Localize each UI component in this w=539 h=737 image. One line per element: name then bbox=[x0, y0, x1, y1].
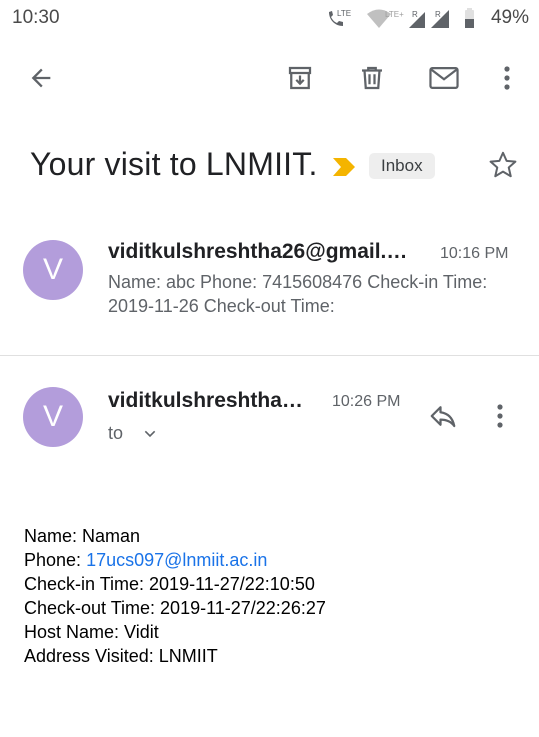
phone-label: Phone: bbox=[24, 550, 87, 570]
more-options-button[interactable] bbox=[487, 58, 527, 98]
body-host-line: Host Name: Vidit bbox=[24, 622, 159, 642]
message-divider bbox=[0, 355, 539, 356]
more-vert-icon bbox=[504, 66, 510, 90]
inbox-label-chip[interactable]: Inbox bbox=[369, 153, 435, 179]
volte-call-icon: LTE bbox=[329, 9, 351, 26]
email-link[interactable]: 17ucs097@lnmiit.ac.in bbox=[86, 550, 267, 570]
sender-name[interactable]: viditkulshreshtha… bbox=[108, 389, 323, 413]
message-time: 10:16 PM bbox=[440, 245, 509, 262]
sender-name: viditkulshreshtha26@gmail.… bbox=[108, 240, 408, 263]
status-icons: LTE LTE+ R R bbox=[329, 8, 474, 28]
email-subject: Your visit to LNMIIT. bbox=[30, 146, 318, 182]
battery-icon bbox=[465, 8, 474, 28]
mail-icon bbox=[429, 67, 459, 89]
chevron-down-icon[interactable] bbox=[142, 426, 158, 442]
message-snippet: Name: abc Phone: 7415608476 Check-in Tim… bbox=[108, 272, 488, 316]
message-time: 10:26 PM bbox=[332, 393, 401, 410]
trash-icon bbox=[362, 66, 382, 90]
more-vert-icon bbox=[497, 404, 503, 428]
avatar[interactable]: V bbox=[23, 387, 83, 447]
body-checkin-line: Check-in Time: 2019-11-27/22:10:50 bbox=[24, 574, 315, 594]
svg-text:LTE: LTE bbox=[337, 9, 351, 18]
svg-text:LTE+: LTE+ bbox=[385, 10, 404, 19]
delete-button[interactable] bbox=[352, 58, 392, 98]
body-phone-line: Phone: 17ucs097@lnmiit.ac.in bbox=[24, 548, 326, 572]
signal-sim2-icon: R bbox=[431, 10, 449, 28]
signal-lte-plus-icon: LTE+ R bbox=[385, 10, 425, 28]
star-button[interactable] bbox=[487, 149, 519, 186]
status-time: 10:30 bbox=[12, 7, 60, 28]
avatar[interactable]: V bbox=[23, 240, 83, 300]
recipients-toggle[interactable]: to bbox=[108, 423, 123, 444]
status-bar: 10:30 LTE LTE+ R R 49% bbox=[0, 0, 539, 38]
battery-percent: 49% bbox=[490, 7, 529, 28]
reply-button[interactable] bbox=[426, 401, 460, 436]
body-checkout-line: Check-out Time: 2019-11-27/22:26:27 bbox=[24, 598, 326, 618]
body-address-line: Address Visited: LNMIIT bbox=[24, 646, 218, 666]
back-button[interactable] bbox=[21, 58, 61, 98]
message-more-button[interactable] bbox=[495, 401, 505, 436]
message-body: Name: Naman Phone: 17ucs097@lnmiit.ac.in… bbox=[24, 524, 326, 668]
archive-button[interactable] bbox=[280, 58, 320, 98]
arrow-left-icon bbox=[31, 68, 51, 88]
svg-text:R: R bbox=[412, 10, 418, 19]
archive-icon bbox=[288, 66, 312, 90]
body-name-line: Name: Naman bbox=[24, 526, 141, 546]
reply-icon bbox=[430, 406, 456, 428]
svg-text:R: R bbox=[435, 10, 441, 19]
mark-unread-button[interactable] bbox=[424, 58, 464, 98]
gmail-conversation-screen: 10:30 LTE LTE+ R R 49% Your visit to LNM… bbox=[0, 0, 539, 737]
importance-marker-icon[interactable] bbox=[331, 156, 357, 178]
star-outline-icon bbox=[489, 151, 517, 178]
